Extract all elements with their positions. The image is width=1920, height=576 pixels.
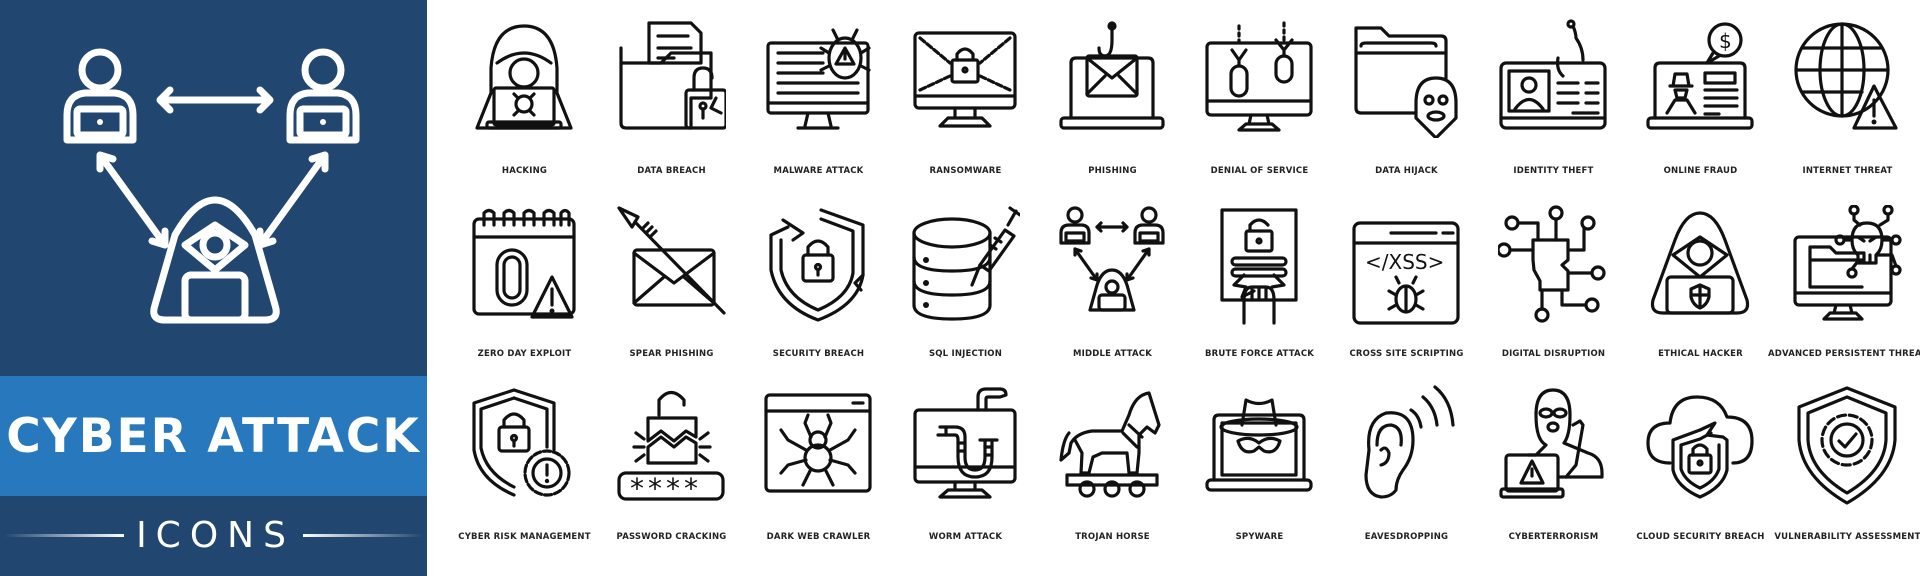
- calendar-zero-warning-icon: [472, 208, 576, 319]
- trojan-horse-icon: [1059, 391, 1161, 498]
- password-mask-text: ****: [630, 472, 702, 505]
- icon-card-worm-attack: WORM ATTACK: [892, 385, 1039, 575]
- broken-circuit-icon: [1498, 205, 1606, 323]
- icon-card-zero-day-exploit: ZERO DAY EXPLOIT: [451, 205, 598, 395]
- icon-card-data-hijack: DATA HIJACK: [1333, 18, 1480, 208]
- icon-card-cloud-security-breach: CLOUD SECURITY BREACH: [1627, 385, 1774, 575]
- man-in-the-middle-icon: [1059, 206, 1165, 312]
- icon-card-security-breach: SECURITY BREACH: [745, 205, 892, 395]
- browser-xss-bug-icon: </XSS>: [1352, 221, 1460, 325]
- folder-unlocked-icon: [619, 21, 726, 130]
- icon-card-dark-web-crawler: DARK WEB CRAWLER: [745, 385, 892, 575]
- icon-card-password-cracking: **** PASSWORD CRACKING: [598, 385, 745, 575]
- fist-lock-icon: [1220, 208, 1298, 325]
- monitor-folder-skull-icon: [1793, 205, 1902, 321]
- broken-lock-password-icon: ****: [617, 390, 725, 505]
- laptop-spy-hat-icon: [1205, 398, 1313, 492]
- icon-card-eavesdropping: EAVESDROPPING: [1333, 385, 1480, 575]
- icon-card-vulnerability-assessment: VULNERABILITY ASSESSMENT: [1774, 385, 1920, 575]
- monitor-chains-lock-icon: [913, 31, 1017, 128]
- banner-title: CYBER ATTACK: [6, 408, 421, 464]
- icon-card-advanced-persistent-threat: ADVANCED PERSISTENT THREAT: [1768, 205, 1920, 395]
- icon-card-middle-attack: MIDDLE ATTACK: [1039, 205, 1186, 395]
- laptop-email-hook-icon: [1059, 21, 1165, 130]
- icon-card-ethical-hacker: ETHICAL HACKER: [1627, 205, 1774, 395]
- icon-card-hacking: HACKING: [451, 18, 598, 208]
- svg-text:$: $: [1719, 29, 1732, 53]
- icon-card-online-fraud: $ ONLINE FRAUD: [1627, 18, 1774, 208]
- icon-card-internet-threat: INTERNET THREAT: [1774, 18, 1920, 208]
- shield-lock-gear-icon: [472, 388, 571, 497]
- icon-card-cyberterrorism: CYBERTERRORISM: [1480, 385, 1627, 575]
- subtitle-row: ICONS: [0, 510, 427, 560]
- icon-card-malware-attack: MALWARE ATTACK: [745, 18, 892, 208]
- subtitle-divider-right: [302, 533, 423, 537]
- id-card-hook-icon: [1499, 19, 1607, 130]
- globe-warning-icon: [1794, 22, 1898, 130]
- icon-card-phishing: PHISHING: [1039, 18, 1186, 208]
- icon-card-ransomware: RANSOMWARE: [892, 18, 1039, 208]
- monitor-bug-icon: [766, 28, 871, 130]
- masked-terrorist-laptop-icon: [1499, 388, 1604, 499]
- icon-card-sql-injection: SQL INJECTION: [892, 205, 1039, 395]
- monitor-worm-icon: [913, 387, 1017, 499]
- hacker-laptop-icon: [475, 24, 573, 130]
- icon-label: ADVANCED PERSISTENT THREAT: [1767, 349, 1920, 359]
- icon-card-cyber-risk-management: CYBER RISK MANAGEMENT: [451, 385, 598, 575]
- monitor-bombs-icon: [1205, 21, 1313, 132]
- subtitle-divider-left: [4, 533, 125, 537]
- icon-label: VULNERABILITY ASSESSMENT: [1774, 532, 1920, 542]
- browser-spider-icon: [764, 393, 872, 493]
- ear-signal-icon: [1364, 385, 1455, 499]
- icon-card-digital-disruption: DIGITAL DISRUPTION: [1480, 205, 1627, 395]
- icon-card-identity-theft: IDENTITY THEFT: [1480, 18, 1627, 208]
- title-band: CYBER ATTACK: [0, 376, 427, 496]
- icon-card-brute-force-attack: BRUTE FORCE ATTACK: [1186, 205, 1333, 395]
- xss-code-text: </XSS>: [1365, 250, 1444, 274]
- icon-card-denial-of-service: DENIAL OF SERVICE: [1186, 18, 1333, 208]
- spear-envelope-icon: [617, 206, 726, 315]
- banner-subtitle: ICONS: [136, 514, 295, 556]
- icon-card-trojan-horse: TROJAN HORSE: [1039, 385, 1186, 575]
- icon-label: INTERNET THREAT: [1802, 166, 1893, 176]
- icon-card-spear-phishing: SPEAR PHISHING: [598, 205, 745, 395]
- broken-shield-lock-icon: [769, 208, 865, 322]
- icon-card-data-breach: DATA BREACH: [598, 18, 745, 208]
- database-syringe-icon: [912, 206, 1020, 321]
- laptop-spy-dollar-icon: $: [1646, 22, 1754, 130]
- middle-attack-icon: [63, 48, 360, 324]
- shield-gear-check-icon: [1797, 386, 1897, 505]
- icon-card-spyware: SPYWARE: [1186, 385, 1333, 575]
- folder-mask-icon: [1354, 26, 1458, 138]
- icon-card-cross-site-scripting: </XSS> CROSS SITE SCRIPTING: [1333, 205, 1480, 395]
- cloud-broken-shield-icon: [1646, 395, 1754, 499]
- hacker-shield-laptop-icon: [1650, 211, 1750, 315]
